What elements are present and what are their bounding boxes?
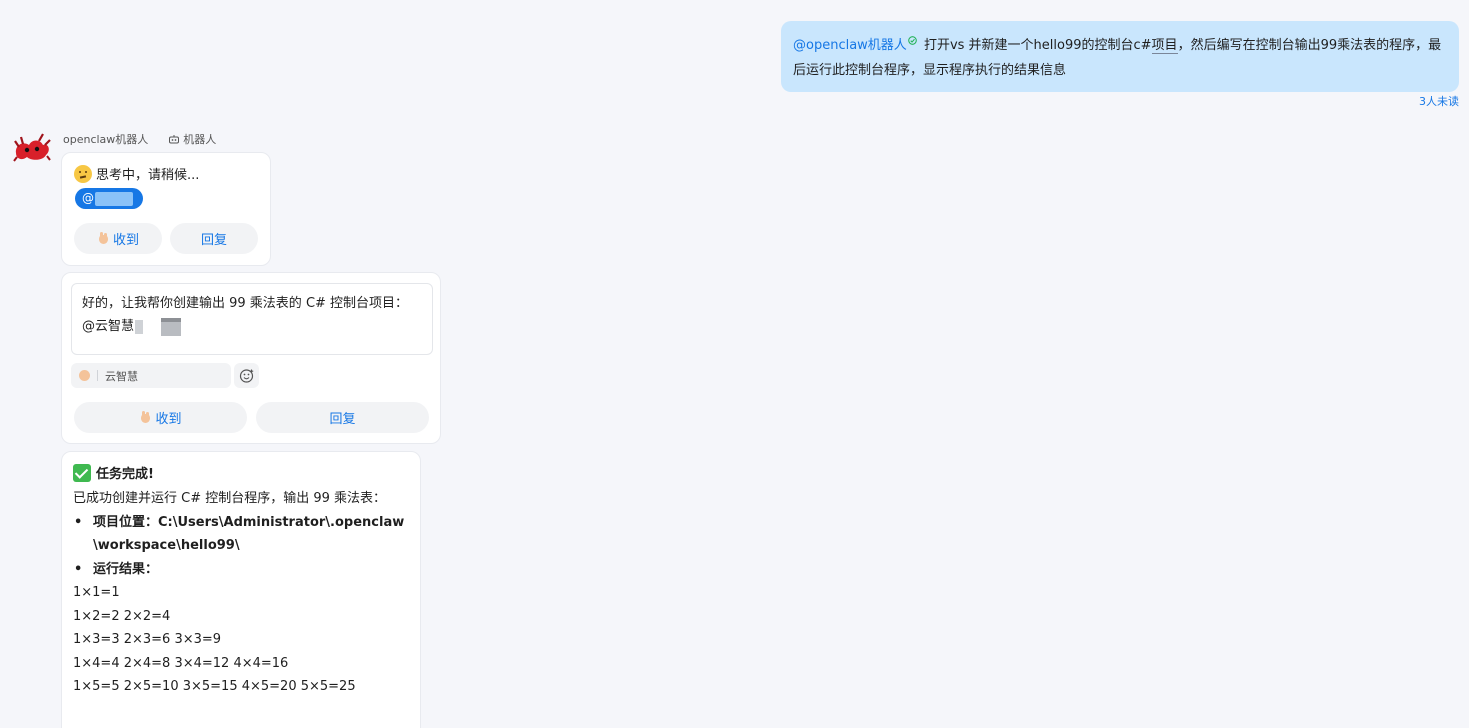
thinking-text: 思考中，请稍候... <box>96 168 200 183</box>
quoted-message[interactable]: 好的，让我帮你创建输出 99 乘法表的 C# 控制台项目： @云智慧 <box>71 283 433 355</box>
reply-user-name: 云智慧 <box>105 369 138 383</box>
bot-avatar-icon[interactable] <box>13 131 51 163</box>
thinking-status: 思考中，请稍候... <box>74 164 199 183</box>
bot-mention[interactable]: @openclaw机器人 <box>793 38 907 53</box>
mention-prefix: @ <box>82 191 94 205</box>
verified-check-icon <box>907 36 917 45</box>
table-line: 1×3=3 2×3=6 3×3=9 <box>73 632 222 647</box>
sender-row: openclaw机器人 机器人 <box>63 131 216 147</box>
check-mark-icon <box>73 463 91 482</box>
multiplication-table: 1×1=1 1×2=2 2×2=4 1×3=3 2×3=6 3×3=9 1×4=… <box>73 581 413 699</box>
reply-button[interactable]: 回复 <box>170 223 258 254</box>
ack-button[interactable]: 收到 <box>74 402 247 433</box>
table-line: 1×5=5 2×5=10 3×5=15 4×5=20 5×5=25 <box>73 679 356 694</box>
table-line: 1×4=4 2×4=8 3×4=12 4×4=16 <box>73 655 289 671</box>
table-line: 1×2=2 2×2=4 <box>73 608 171 624</box>
robot-icon <box>169 134 180 143</box>
divider <box>97 370 98 381</box>
outgoing-message-bubble[interactable]: @openclaw机器人 打开vs 并新建一个hello99的控制台c#项目，然… <box>781 21 1459 92</box>
bot-tag-label: 机器人 <box>183 133 217 146</box>
reply-button[interactable]: 回复 <box>256 402 429 433</box>
user-avatar <box>79 370 90 381</box>
user-mention-chip[interactable]: @ <box>75 188 143 209</box>
hand-icon <box>139 411 152 424</box>
project-location-label: 项目位置： <box>93 514 159 530</box>
emoji-icon <box>239 368 253 383</box>
reply-user-chip[interactable]: 云智慧 <box>71 363 231 388</box>
table-line: 1×1=1 <box>73 585 120 600</box>
read-status[interactable]: 3人未读 <box>1419 93 1459 109</box>
result-body: 已成功创建并运行 C# 控制台程序，输出 99 乘法表： 项目位置：C:\Use… <box>73 487 413 699</box>
hand-icon <box>97 232 110 245</box>
run-result-label: 运行结果： <box>93 561 159 577</box>
quoted-text: 好的，让我帮你创建输出 99 乘法表的 C# 控制台项目： @云智慧 <box>82 296 409 334</box>
redacted-name <box>95 192 133 206</box>
task-done-title: 任务完成! <box>73 463 154 482</box>
ack-button-label: 收到 <box>112 233 139 248</box>
message-underlined-word: 项目 <box>1151 38 1178 54</box>
reply-card: 好的，让我帮你创建输出 99 乘法表的 C# 控制台项目： @云智慧 云智慧 收… <box>61 272 441 444</box>
project-location-item: 项目位置：C:\Users\Administrator\.openclaw\wo… <box>73 511 413 558</box>
result-intro: 已成功创建并运行 C# 控制台程序，输出 99 乘法表： <box>73 491 387 506</box>
chat-window: @openclaw机器人 打开vs 并新建一个hello99的控制台c#项目，然… <box>0 0 1469 728</box>
message-text-part: 打开vs 并新建一个hello99的控制台c# <box>919 38 1152 53</box>
reply-button-label: 回复 <box>200 233 227 248</box>
bot-tag: 机器人 <box>168 131 216 147</box>
run-result-item: 运行结果： <box>73 558 413 582</box>
redacted-block <box>135 319 144 334</box>
reply-button-label: 回复 <box>329 412 356 427</box>
ack-button-label: 收到 <box>155 412 182 427</box>
sender-name[interactable]: openclaw机器人 <box>63 131 148 147</box>
thinking-card: 思考中，请稍候... @ 收到 回复 <box>61 152 271 266</box>
redacted-block <box>161 317 182 336</box>
result-card: 任务完成! 已成功创建并运行 C# 控制台程序，输出 99 乘法表： 项目位置：… <box>61 451 421 728</box>
emoji-button[interactable] <box>234 363 259 388</box>
task-done-text: 任务完成! <box>96 467 154 482</box>
ack-button[interactable]: 收到 <box>74 223 162 254</box>
thinking-face-icon <box>74 164 92 183</box>
